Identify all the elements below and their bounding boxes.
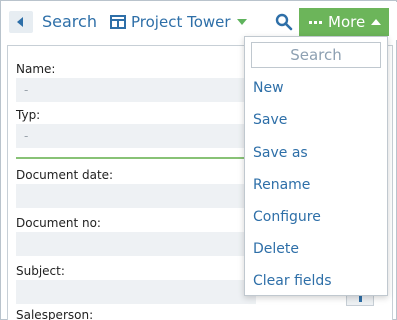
menu-item-clear-fields[interactable]: Clear fields [253,273,332,289]
more-dropdown-menu: Search New Save Save as Rename Configure… [244,36,388,296]
project-selector[interactable]: Project Tower [110,11,247,33]
search-icon[interactable] [275,13,293,31]
more-button[interactable]: More [299,8,389,36]
document-date-field[interactable] [16,184,256,208]
subject-field[interactable] [16,280,256,304]
document-date-label: Document date: [16,168,114,182]
menu-search-input[interactable]: Search [251,42,381,68]
menu-item-delete[interactable]: Delete [253,241,299,257]
back-button[interactable] [9,11,33,33]
menu-item-save[interactable]: Save [253,112,287,128]
table-icon [110,15,126,29]
section-divider [16,157,256,159]
project-label: Project Tower [131,13,231,31]
subject-label: Subject: [16,264,65,278]
name-value: - [24,83,29,97]
name-field[interactable] [16,78,256,102]
top-toolbar: Search Project Tower More [2,2,397,40]
document-no-label: Document no: [16,216,101,230]
back-arrow-icon [17,17,23,27]
type-label: Typ: [16,108,41,122]
type-field[interactable] [16,124,256,148]
salesperson-label: Salesperson: [16,308,94,320]
name-label: Name: [16,62,56,76]
more-label: More [328,13,366,31]
menu-item-rename[interactable]: Rename [253,177,310,193]
app-window: Search Project Tower More Name: - Typ: -… [0,0,397,320]
menu-item-configure[interactable]: Configure [253,209,321,225]
menu-item-new[interactable]: New [253,80,284,96]
caret-down-icon [236,19,247,25]
menu-item-save-as[interactable]: Save as [253,145,308,161]
caret-up-icon [371,19,382,25]
ellipsis-icon [309,20,322,24]
search-link[interactable]: Search [42,11,97,33]
document-no-field[interactable] [16,232,256,256]
type-value: - [24,129,29,143]
